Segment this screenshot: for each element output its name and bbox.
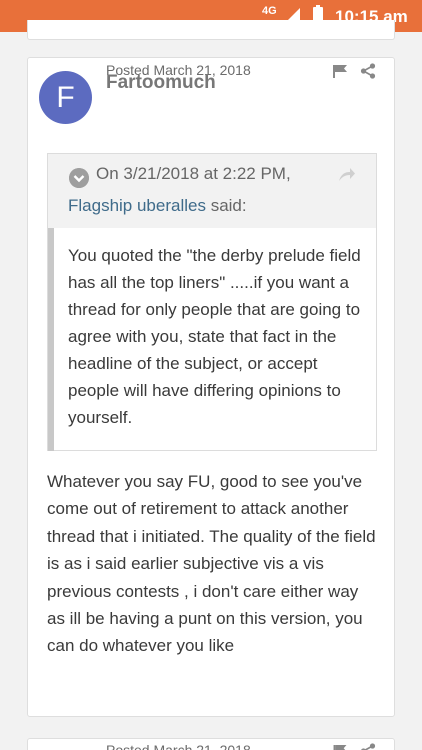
chevron-down-icon[interactable] xyxy=(69,168,89,188)
quote-header: On 3/21/2018 at 2:22 PM, Flagship uberal… xyxy=(48,154,376,228)
quote-text: You quoted the "the derby prelude field … xyxy=(68,246,361,427)
post-author[interactable]: Fartoomuch xyxy=(106,72,216,94)
next-post-date[interactable]: Posted March 21, 2018 xyxy=(106,742,251,750)
quote-said-label: said: xyxy=(205,196,247,215)
flag-icon[interactable] xyxy=(333,745,347,750)
share-icon[interactable] xyxy=(360,63,376,79)
flag-icon[interactable] xyxy=(333,65,347,78)
quote-bar xyxy=(48,228,54,451)
goto-quote-icon[interactable] xyxy=(338,166,356,182)
network-indicator: 4G xyxy=(262,5,277,17)
post-body: Whatever you say FU, good to see you've … xyxy=(47,472,376,656)
quote-user-link[interactable]: Flagship uberalles xyxy=(68,196,206,215)
next-post-card: Posted March 21, 2018 xyxy=(27,738,395,750)
avatar[interactable]: F xyxy=(39,71,92,124)
post-card: F Posted March 21, 2018 Fartoomuch On 3/… xyxy=(27,57,395,717)
share-icon[interactable] xyxy=(360,743,376,750)
quote-attribution: Flagship uberalles said: xyxy=(68,196,247,216)
quote-block: On 3/21/2018 at 2:22 PM, Flagship uberal… xyxy=(47,153,377,451)
quote-date: On 3/21/2018 at 2:22 PM, xyxy=(96,164,291,183)
previous-post-card xyxy=(27,20,395,40)
